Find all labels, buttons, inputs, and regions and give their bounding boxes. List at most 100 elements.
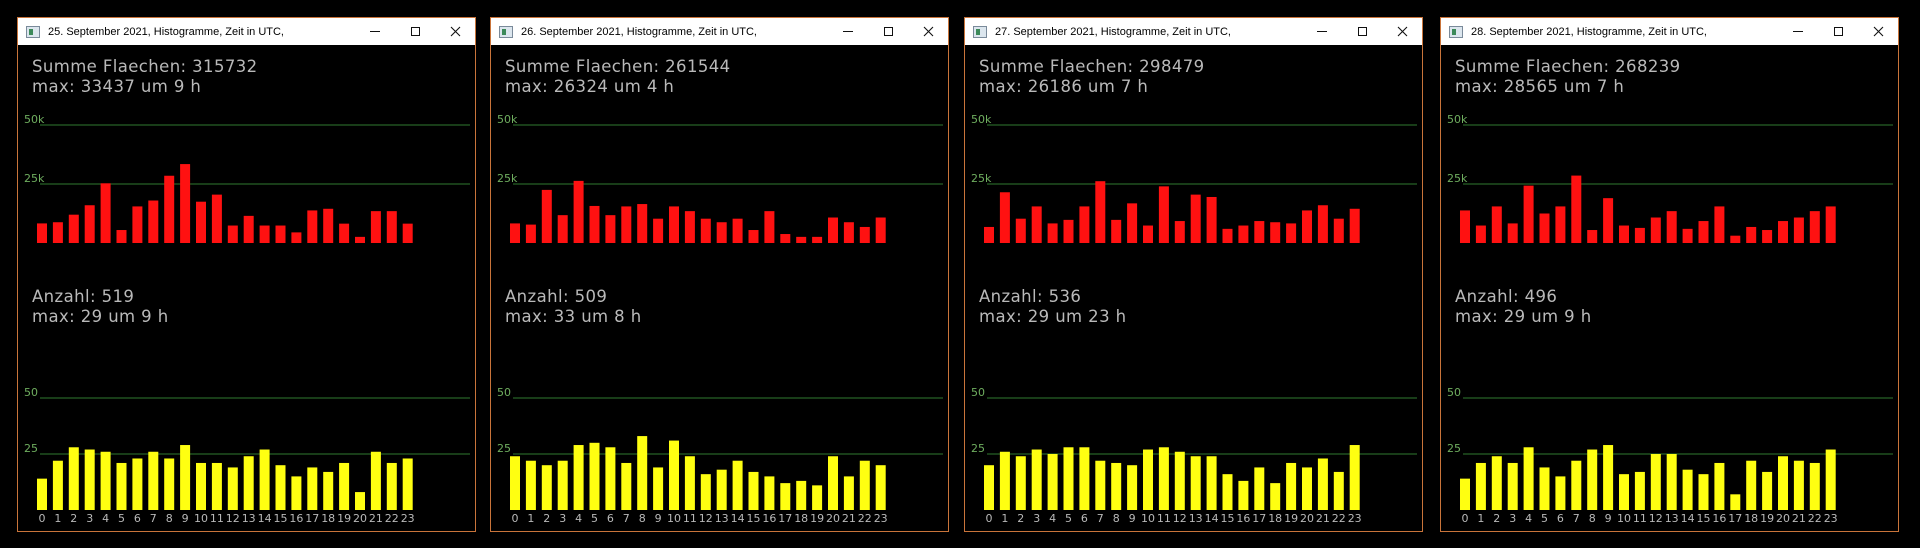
area-bar-2 xyxy=(1491,206,1502,243)
count-bar-20 xyxy=(1302,467,1312,510)
histogram-charts: 50k25k50250 1 2 3 4 5 6 7 8 9 10 11 12 13 14 15 16 17 18 19… xyxy=(1447,113,1893,525)
count-bar-19 xyxy=(812,485,823,510)
area-bar-5 xyxy=(116,230,127,243)
app-icon xyxy=(973,25,987,38)
area-bar-6 xyxy=(1555,206,1566,243)
close-button[interactable] xyxy=(1382,18,1422,45)
maximize-button[interactable] xyxy=(395,18,435,45)
count-bar-8 xyxy=(164,458,175,510)
count-grid-label: 25 xyxy=(497,442,511,455)
close-button[interactable] xyxy=(435,18,475,45)
x-tick-label: 16 xyxy=(289,512,303,525)
count-bar-18 xyxy=(1746,460,1757,510)
x-tick-label: 7 xyxy=(623,512,630,525)
area-bar-7 xyxy=(1571,175,1582,243)
histogram-window: 27. September 2021, Histogramme, Zeit in… xyxy=(964,17,1423,532)
count-bar-16 xyxy=(291,476,302,510)
window-content: Summe Flaechen: 315732 max: 33437 um 9 hA… xyxy=(18,45,475,531)
count-bar-4 xyxy=(573,445,584,510)
minimize-button[interactable] xyxy=(1778,18,1818,45)
count-bar-14 xyxy=(732,460,743,510)
count-bar-6 xyxy=(605,447,616,510)
area-bar-20 xyxy=(1302,210,1312,243)
minimize-button[interactable] xyxy=(828,18,868,45)
area-bar-3 xyxy=(84,205,95,243)
minimize-icon xyxy=(843,31,853,32)
count-bar-22 xyxy=(1333,471,1344,510)
title-bar[interactable]: 26. September 2021, Histogramme, Zeit in… xyxy=(491,18,948,45)
count-bar-14 xyxy=(1682,469,1693,510)
area-bar-9 xyxy=(1127,203,1138,243)
minimize-button[interactable] xyxy=(355,18,395,45)
count-bar-12 xyxy=(700,474,711,510)
x-tick-label: 15 xyxy=(274,512,288,525)
title-bar[interactable]: 28. September 2021, Histogramme, Zeit in… xyxy=(1441,18,1898,45)
x-tick-label: 0 xyxy=(512,512,519,525)
area-bar-9 xyxy=(1603,198,1614,243)
x-tick-label: 22 xyxy=(385,512,399,525)
maximize-button[interactable] xyxy=(1342,18,1382,45)
count-bar-8 xyxy=(1587,449,1598,510)
area-bar-16 xyxy=(764,211,775,243)
area-bar-14 xyxy=(1682,228,1693,243)
area-bar-8 xyxy=(164,175,175,243)
count-bar-22 xyxy=(1809,462,1820,510)
count-bar-13 xyxy=(1190,456,1201,510)
x-tick-label: 6 xyxy=(607,512,614,525)
count-bar-18 xyxy=(323,471,334,510)
count-bar-20 xyxy=(1778,456,1788,510)
count-bar-12 xyxy=(227,467,238,510)
close-button[interactable] xyxy=(1858,18,1898,45)
x-tick-label: 11 xyxy=(210,512,224,525)
area-bar-15 xyxy=(1698,221,1709,243)
minimize-button[interactable] xyxy=(1302,18,1342,45)
count-bar-7 xyxy=(1095,460,1106,510)
maximize-icon xyxy=(1833,27,1843,36)
x-tick-label: 17 xyxy=(778,512,792,525)
area-bar-16 xyxy=(291,232,302,243)
area-bar-19 xyxy=(339,223,350,243)
count-grid-label: 50 xyxy=(971,386,985,399)
area-bar-7 xyxy=(148,200,159,243)
count-bar-21 xyxy=(370,451,381,510)
count-bar-7 xyxy=(621,462,632,510)
minimize-icon xyxy=(370,31,380,32)
count-bar-0 xyxy=(510,456,520,510)
x-tick-label: 10 xyxy=(667,512,681,525)
x-tick-label: 7 xyxy=(1573,512,1580,525)
close-button[interactable] xyxy=(908,18,948,45)
x-tick-label: 6 xyxy=(1081,512,1088,525)
count-bar-2 xyxy=(68,447,79,510)
x-tick-label: 3 xyxy=(559,512,566,525)
area-bar-20 xyxy=(1778,221,1788,243)
count-grid-label: 50 xyxy=(24,386,38,399)
histogram-charts: 50k25k50250 1 2 3 4 5 6 7 8 9 10 11 12 13 14 15 16 17 18 19… xyxy=(971,113,1417,525)
count-bar-6 xyxy=(132,458,143,510)
count-bar-13 xyxy=(243,456,254,510)
x-tick-label: 16 xyxy=(762,512,776,525)
x-tick-label: 12 xyxy=(1649,512,1663,525)
area-bar-6 xyxy=(132,206,143,243)
title-bar[interactable]: 27. September 2021, Histogramme, Zeit in… xyxy=(965,18,1422,45)
x-tick-label: 8 xyxy=(1589,512,1596,525)
app-icon xyxy=(26,25,40,38)
count-bar-7 xyxy=(148,451,159,510)
maximize-button[interactable] xyxy=(868,18,908,45)
count-bar-10 xyxy=(669,440,679,510)
area-bar-5 xyxy=(589,205,600,243)
count-bar-7 xyxy=(1571,460,1582,510)
x-tick-label: 19 xyxy=(337,512,351,525)
count-bar-16 xyxy=(1714,462,1725,510)
area-bar-22 xyxy=(386,211,397,243)
close-icon xyxy=(1873,26,1883,37)
maximize-button[interactable] xyxy=(1818,18,1858,45)
area-bar-5 xyxy=(1539,213,1550,243)
area-bar-23 xyxy=(1825,206,1836,243)
maximize-icon xyxy=(410,27,420,36)
x-tick-label: 2 xyxy=(1017,512,1024,525)
x-tick-label: 11 xyxy=(1157,512,1171,525)
x-tick-label: 15 xyxy=(1697,512,1711,525)
x-tick-label: 5 xyxy=(1541,512,1548,525)
title-bar[interactable]: 25. September 2021, Histogramme, Zeit in… xyxy=(18,18,475,45)
x-tick-label: 9 xyxy=(1129,512,1136,525)
